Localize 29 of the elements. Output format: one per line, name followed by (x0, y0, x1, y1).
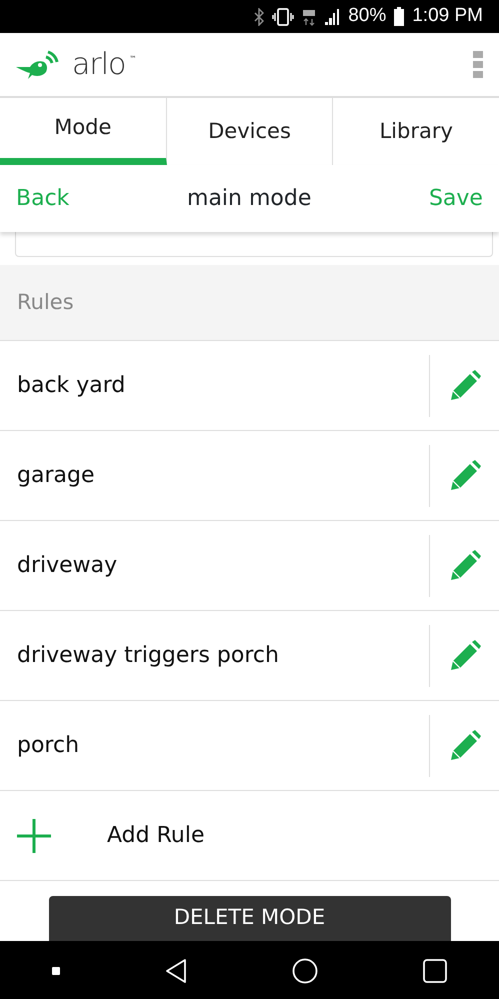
back-icon[interactable] (165, 958, 188, 984)
edit-icon[interactable] (448, 460, 480, 492)
edit-icon[interactable] (448, 730, 480, 762)
rule-name[interactable]: driveway triggers porch (17, 639, 279, 672)
edit-icon[interactable] (448, 550, 480, 582)
edit-icon[interactable] (448, 640, 480, 672)
network-icon (302, 8, 316, 26)
rule-name[interactable]: driveway (17, 549, 118, 582)
edit-icon[interactable] (448, 370, 480, 402)
rule-name[interactable]: garage (17, 459, 94, 492)
vibrate-icon (272, 8, 294, 26)
add-icon[interactable] (17, 818, 51, 852)
overview-icon[interactable] (422, 958, 447, 982)
battery-level: 80% (348, 4, 386, 28)
logo-text: arlo (72, 50, 126, 80)
name-field[interactable] (15, 232, 493, 257)
tab[interactable]: Mode (0, 98, 167, 165)
delete-button[interactable]: DELETE MODE (48, 896, 450, 941)
add-rule-link[interactable]: Add Rule (107, 819, 204, 852)
clock: 1:09 PM (412, 4, 483, 28)
rule-name[interactable]: back yard (17, 369, 126, 402)
signal-icon (324, 8, 340, 24)
rule-name[interactable]: porch (17, 729, 80, 762)
home-icon[interactable] (292, 958, 318, 984)
bluetooth-icon (254, 8, 264, 26)
section-title: Rules (17, 288, 74, 316)
page-title: main mode (187, 185, 312, 213)
more-options-icon[interactable] (473, 50, 483, 78)
battery-icon (394, 7, 404, 26)
